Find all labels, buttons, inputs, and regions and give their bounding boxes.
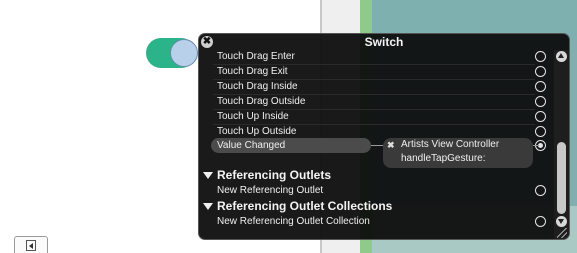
connection-circle-icon[interactable] [535, 126, 546, 137]
event-label: Touch Up Outside [217, 126, 297, 137]
connections-hud-panel: Switch ✖ Touch Drag Enter Touch Drag Exi… [198, 33, 570, 240]
resize-grip-icon[interactable] [557, 228, 567, 238]
disclosure-triangle-icon[interactable] [203, 203, 213, 210]
connection-circle-icon[interactable] [535, 185, 546, 196]
switch-control[interactable] [146, 38, 198, 68]
event-label: Touch Drag Enter [217, 51, 295, 62]
connection-circle-icon[interactable] [535, 51, 546, 62]
event-row-touch-drag-inside: Touch Drag Inside [199, 79, 554, 94]
event-row-touch-drag-exit: Touch Drag Exit [199, 64, 554, 79]
event-label: Value Changed [217, 140, 286, 151]
event-label: Touch Drag Outside [217, 96, 306, 107]
close-icon[interactable]: ✖ [201, 36, 213, 48]
sidebar-toggle-icon [26, 240, 36, 251]
section-referencing-outlet-collections[interactable]: Referencing Outlet Collections [199, 198, 554, 214]
event-row-touch-drag-outside: Touch Drag Outside [199, 94, 554, 109]
row-label: New Referencing Outlet Collection [217, 216, 370, 227]
interface-builder-canvas: Switch ✖ Touch Drag Enter Touch Drag Exi… [0, 0, 577, 253]
event-label: Touch Drag Inside [217, 81, 298, 92]
row-label: New Referencing Outlet [217, 185, 324, 196]
connection-circle-icon[interactable] [535, 111, 546, 122]
scroll-down-icon[interactable] [556, 216, 567, 227]
connection-circle-icon[interactable] [535, 81, 546, 92]
remove-connection-icon[interactable]: ✖ [387, 140, 395, 151]
event-row-touch-up-outside: Touch Up Outside [199, 124, 554, 139]
section-title: Referencing Outlet Collections [217, 199, 393, 213]
switch-knob [170, 39, 198, 67]
event-label: Touch Up Inside [217, 111, 289, 122]
section-title: Referencing Outlets [217, 168, 332, 182]
connection-circle-icon[interactable] [535, 96, 546, 107]
connection-target-label: Artists View Controller [401, 139, 500, 150]
scroll-up-icon[interactable] [556, 51, 567, 62]
panel-title: Switch [364, 35, 404, 49]
connection-circle-icon[interactable] [535, 66, 546, 77]
scrollbar-thumb[interactable] [557, 142, 566, 214]
event-row-touch-drag-enter: Touch Drag Enter [199, 49, 554, 64]
row-new-referencing-outlet-collection: New Referencing Outlet Collection [199, 214, 554, 229]
section-referencing-outlets[interactable]: Referencing Outlets [199, 167, 554, 183]
connection-action-label: handleTapGesture: [401, 153, 486, 164]
connection-circle-icon[interactable] [535, 216, 546, 227]
disclosure-triangle-icon[interactable] [203, 172, 213, 179]
row-new-referencing-outlet: New Referencing Outlet [199, 183, 554, 198]
event-label: Touch Drag Exit [217, 66, 288, 77]
event-row-touch-up-inside: Touch Up Inside [199, 109, 554, 124]
connection-line [533, 145, 539, 146]
scene-dock-button[interactable] [14, 236, 48, 253]
